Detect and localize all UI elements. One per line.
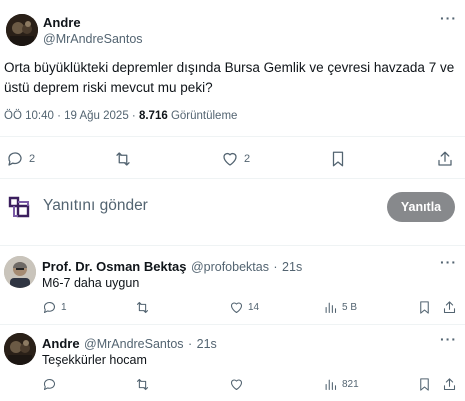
tweet-text: Orta büyüklükteki depremler dışında Burs… bbox=[4, 60, 455, 95]
reply-button[interactable] bbox=[42, 377, 57, 392]
divider bbox=[0, 324, 465, 325]
share-button[interactable] bbox=[436, 150, 454, 168]
reply-input[interactable]: Yanıtını gönder bbox=[43, 197, 148, 215]
reply-icon bbox=[8, 152, 22, 166]
reply-count: 1 bbox=[61, 302, 67, 313]
retweet-button[interactable] bbox=[135, 377, 150, 392]
views-icon bbox=[325, 302, 337, 314]
like-button[interactable]: 14 bbox=[229, 300, 259, 315]
reply-author-name[interactable]: Andre bbox=[42, 336, 80, 351]
views-count: 821 bbox=[342, 379, 359, 390]
reply-author-handle[interactable]: @profobektas bbox=[191, 260, 269, 274]
main-tweet: Andre @MrAndreSantos ··· Orta büyüklükte… bbox=[0, 0, 465, 179]
share-button[interactable] bbox=[442, 377, 457, 392]
bookmark-button[interactable] bbox=[417, 300, 432, 315]
bookmark-icon bbox=[420, 378, 429, 391]
retweet-button[interactable] bbox=[114, 150, 132, 168]
reply-icon bbox=[43, 379, 55, 391]
share-icon bbox=[438, 151, 452, 166]
retweet-icon bbox=[136, 378, 149, 391]
retweet-icon bbox=[116, 152, 130, 166]
author-name[interactable]: Andre bbox=[43, 15, 81, 30]
reply-text: M6-7 daha uygun bbox=[42, 276, 140, 290]
author-avatar[interactable] bbox=[6, 14, 38, 46]
like-button[interactable] bbox=[229, 377, 244, 392]
reply-author-handle[interactable]: @MrAndreSantos bbox=[84, 337, 184, 351]
like-count: 14 bbox=[248, 302, 260, 313]
views-label: Görüntüleme bbox=[170, 110, 238, 122]
reply-button[interactable]: 2 bbox=[6, 150, 35, 168]
share-icon bbox=[443, 301, 456, 314]
views-count: 5 B bbox=[342, 302, 358, 313]
tweet-date[interactable]: 19 Ağu 2025 bbox=[64, 110, 129, 122]
heart-icon bbox=[230, 302, 243, 314]
meta-separator: · bbox=[131, 110, 136, 122]
reply-text: Teşekkürler hocam bbox=[42, 353, 147, 367]
tweet-time[interactable]: ÖÖ 10:40 bbox=[4, 110, 54, 122]
bookmark-button[interactable] bbox=[417, 377, 432, 392]
bookmark-icon bbox=[332, 151, 344, 167]
like-button[interactable]: 2 bbox=[221, 150, 250, 168]
heart-icon bbox=[223, 152, 237, 166]
bookmark-icon bbox=[420, 301, 429, 314]
heart-icon bbox=[230, 379, 243, 391]
retweet-button[interactable] bbox=[135, 300, 150, 315]
meta-separator: · bbox=[57, 110, 61, 122]
header-separator: · bbox=[273, 260, 278, 274]
share-icon bbox=[443, 378, 456, 391]
more-icon[interactable]: ··· bbox=[440, 331, 457, 347]
reply-count: 2 bbox=[29, 153, 36, 165]
reply-time[interactable]: 21s bbox=[197, 337, 217, 351]
views-button[interactable]: 5 B bbox=[323, 300, 357, 315]
retweet-icon bbox=[136, 301, 149, 314]
reply-icon bbox=[43, 302, 55, 314]
author-handle[interactable]: @MrAndreSantos bbox=[43, 32, 143, 46]
header-separator: · bbox=[188, 337, 193, 351]
more-icon[interactable]: ··· bbox=[440, 10, 457, 26]
views-button[interactable]: 821 bbox=[323, 377, 359, 392]
divider bbox=[0, 136, 465, 137]
like-count: 2 bbox=[244, 153, 251, 165]
divider bbox=[0, 178, 465, 179]
reply-submit-button[interactable]: Yanıtla bbox=[387, 192, 455, 222]
reply-author-avatar[interactable] bbox=[4, 333, 36, 365]
views-count: 8.716 bbox=[138, 110, 168, 122]
share-button[interactable] bbox=[442, 300, 457, 315]
bookmark-button[interactable] bbox=[329, 150, 347, 168]
compose-logo-icon bbox=[8, 196, 30, 218]
views-icon bbox=[325, 379, 337, 391]
reply-button[interactable]: 1 bbox=[42, 300, 67, 315]
reply-time[interactable]: 21s bbox=[282, 260, 302, 274]
more-icon[interactable]: ··· bbox=[440, 254, 457, 270]
divider bbox=[0, 245, 465, 246]
reply-author-avatar[interactable] bbox=[4, 256, 36, 288]
reply-author-name[interactable]: Prof. Dr. Osman Bektaş bbox=[42, 259, 187, 274]
tweet-meta: ÖÖ 10:40 · 19 Ağu 2025 · 8.716 Görüntüle… bbox=[4, 110, 237, 122]
